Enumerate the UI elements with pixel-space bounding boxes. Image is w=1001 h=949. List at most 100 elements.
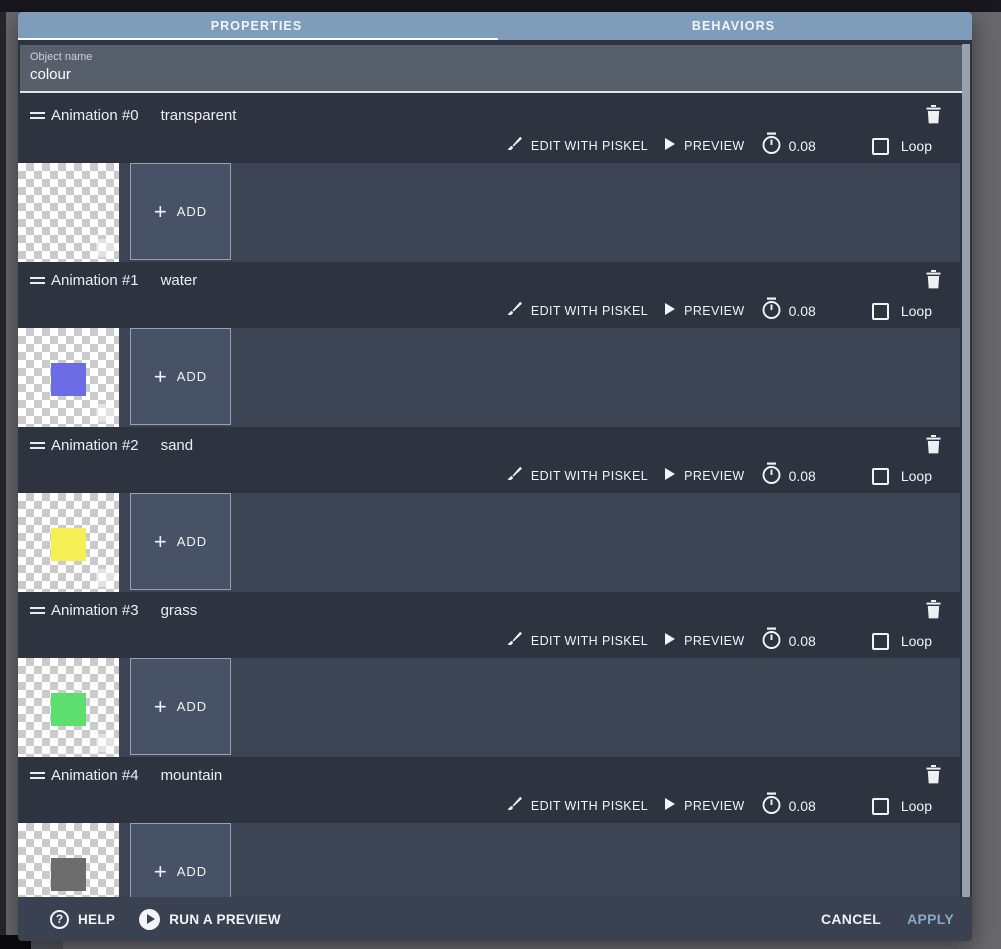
loop-toggle[interactable]: Loop [871, 137, 932, 155]
stopwatch-icon [761, 627, 782, 655]
loop-checkbox[interactable] [871, 797, 889, 815]
brush-icon [506, 630, 523, 652]
frame-pixel-art [51, 198, 85, 232]
frame-duration-value: 0.08 [788, 138, 816, 154]
animation-name[interactable]: sand [161, 437, 194, 454]
help-button[interactable]: ? HELP [50, 909, 115, 929]
magnifier-overlay [96, 569, 114, 587]
brush-icon [506, 465, 523, 487]
plus-icon: + [153, 693, 167, 719]
frame-thumbnail[interactable] [18, 658, 119, 757]
add-frame-button[interactable]: + ADD [130, 823, 231, 897]
object-name-field[interactable]: Object name colour [20, 45, 963, 93]
loop-checkbox[interactable] [871, 302, 889, 320]
animation-name[interactable]: mountain [161, 767, 223, 784]
delete-animation-button[interactable] [924, 103, 943, 129]
edit-with-piskel-button[interactable]: EDIT WITH PISKEL [506, 300, 648, 322]
plus-icon: + [153, 363, 167, 389]
backdrop-left-strip [0, 12, 6, 935]
loop-checkbox[interactable] [871, 467, 889, 485]
animation-header: Animation #1 water EDIT WITH PISKEL PREV… [18, 262, 960, 328]
animation-title: Animation #1 [51, 272, 139, 289]
run-a-preview-button[interactable]: RUN A PREVIEW [139, 908, 281, 930]
add-frame-button[interactable]: + ADD [130, 163, 231, 260]
edit-with-piskel-button[interactable]: EDIT WITH PISKEL [506, 630, 648, 652]
cancel-button[interactable]: CANCEL [821, 911, 881, 927]
vertical-scrollbar[interactable] [962, 44, 970, 897]
frame-duration-field[interactable]: 0.08 [761, 627, 816, 655]
animation-section-3: Animation #3 grass EDIT WITH PISKEL PREV… [18, 592, 960, 757]
animation-name[interactable]: water [161, 272, 198, 289]
drag-handle-icon[interactable] [30, 110, 45, 122]
apply-button[interactable]: APPLY [907, 911, 954, 927]
edit-with-piskel-button[interactable]: EDIT WITH PISKEL [506, 465, 648, 487]
preview-button[interactable]: PREVIEW [664, 467, 744, 486]
loop-checkbox[interactable] [871, 632, 889, 650]
loop-label: Loop [900, 798, 932, 814]
animation-name[interactable]: grass [161, 602, 198, 619]
animation-header: Animation #4 mountain EDIT WITH PISKEL P… [18, 757, 960, 823]
delete-animation-button[interactable] [924, 268, 943, 294]
frames-strip: + ADD [18, 823, 960, 897]
plus-icon: + [153, 198, 167, 224]
delete-animation-button[interactable] [924, 598, 943, 624]
animation-name[interactable]: transparent [161, 107, 237, 124]
add-frame-button[interactable]: + ADD [130, 493, 231, 590]
stopwatch-icon [761, 132, 782, 160]
animation-title: Animation #0 [51, 107, 139, 124]
loop-label: Loop [900, 138, 932, 154]
drag-handle-icon[interactable] [30, 605, 45, 617]
frames-strip: + ADD [18, 163, 960, 262]
loop-checkbox[interactable] [871, 137, 889, 155]
edit-with-piskel-button[interactable]: EDIT WITH PISKEL [506, 135, 648, 157]
frame-thumbnail[interactable] [18, 163, 119, 262]
drag-handle-icon[interactable] [30, 275, 45, 287]
frames-strip: + ADD [18, 328, 960, 427]
object-properties-dialog: PROPERTIES BEHAVIORS Object name colour … [18, 12, 972, 941]
help-icon: ? [50, 909, 69, 929]
animation-title: Animation #4 [51, 767, 139, 784]
frames-strip: + ADD [18, 658, 960, 757]
backdrop-top-strip [0, 0, 1001, 12]
stopwatch-icon [761, 462, 782, 490]
loop-toggle[interactable]: Loop [871, 302, 932, 320]
frame-duration-field[interactable]: 0.08 [761, 792, 816, 820]
frame-duration-value: 0.08 [788, 798, 816, 814]
add-frame-button[interactable]: + ADD [130, 658, 231, 755]
animation-section-1: Animation #1 water EDIT WITH PISKEL PREV… [18, 262, 960, 427]
preview-button[interactable]: PREVIEW [664, 137, 744, 156]
loop-label: Loop [900, 468, 932, 484]
preview-button[interactable]: PREVIEW [664, 302, 744, 321]
stopwatch-icon [761, 792, 782, 820]
loop-toggle[interactable]: Loop [871, 467, 932, 485]
tab-properties[interactable]: PROPERTIES [18, 12, 495, 40]
delete-animation-button[interactable] [924, 433, 943, 459]
frame-thumbnail[interactable] [18, 493, 119, 592]
object-name-label: Object name [30, 51, 93, 63]
object-name-value[interactable]: colour [30, 66, 953, 83]
preview-button[interactable]: PREVIEW [664, 632, 744, 651]
trash-icon [926, 435, 941, 457]
loop-toggle[interactable]: Loop [871, 632, 932, 650]
animation-header: Animation #0 transparent EDIT WITH PISKE… [18, 97, 960, 163]
edit-with-piskel-button[interactable]: EDIT WITH PISKEL [506, 795, 648, 817]
frame-duration-field[interactable]: 0.08 [761, 297, 816, 325]
frame-duration-field[interactable]: 0.08 [761, 132, 816, 160]
loop-label: Loop [900, 303, 932, 319]
tab-behaviors[interactable]: BEHAVIORS [495, 12, 972, 40]
play-circle-icon [139, 908, 161, 930]
magnifier-overlay [96, 734, 114, 752]
loop-toggle[interactable]: Loop [871, 797, 932, 815]
delete-animation-button[interactable] [924, 763, 943, 789]
dialog-footer: ? HELP RUN A PREVIEW CANCEL APPLY [18, 897, 972, 941]
frame-pixel-art [51, 527, 86, 562]
frame-thumbnail[interactable] [18, 823, 119, 897]
trash-icon [926, 765, 941, 787]
preview-button[interactable]: PREVIEW [664, 797, 744, 816]
frame-thumbnail[interactable] [18, 328, 119, 427]
add-frame-button[interactable]: + ADD [130, 328, 231, 425]
frame-duration-field[interactable]: 0.08 [761, 462, 816, 490]
drag-handle-icon[interactable] [30, 770, 45, 782]
drag-handle-icon[interactable] [30, 440, 45, 452]
brush-icon [506, 300, 523, 322]
